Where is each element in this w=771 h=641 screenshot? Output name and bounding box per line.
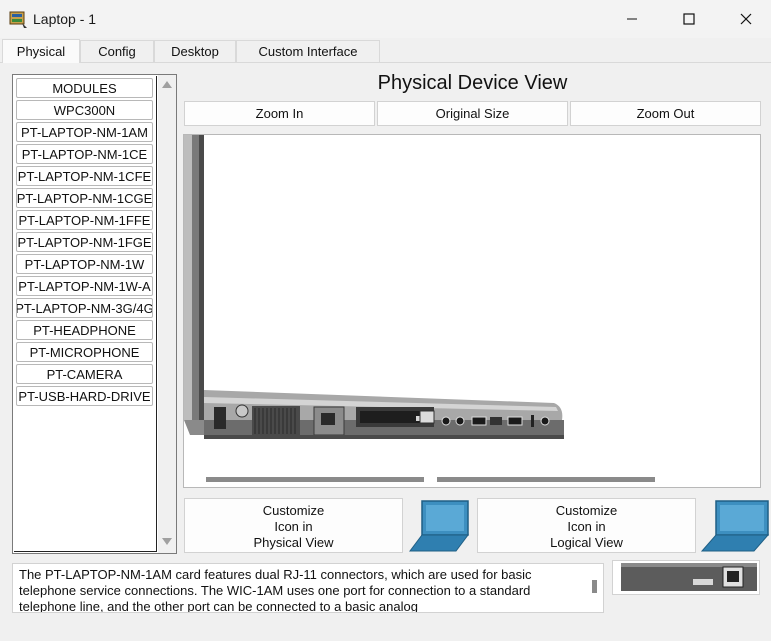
module-list-panel: MODULES WPC300N PT-LAPTOP-NM-1AM PT-LAPT… [12,74,177,554]
module-preview [612,560,760,595]
original-size-button[interactable]: Original Size [377,101,568,126]
device-canvas[interactable] [183,134,761,488]
module-item[interactable]: PT-HEADPHONE [16,320,153,340]
module-item[interactable]: PT-USB-HARD-DRIVE [16,386,153,406]
button-label-line: Icon in [274,519,313,534]
tab-config[interactable]: Config [80,40,154,62]
zoom-out-button[interactable]: Zoom Out [570,101,761,126]
module-item[interactable]: PT-CAMERA [16,364,153,384]
customize-logical-icon-button[interactable]: Customize Icon in Logical View [477,498,696,553]
packet-tracer-icon [9,11,27,28]
button-label-line: Physical View [253,535,334,550]
module-preview-image [621,563,757,591]
tab-desktop[interactable]: Desktop [154,40,236,62]
button-label-line: Icon in [567,519,606,534]
module-list-scrollbar[interactable] [158,75,176,553]
module-item[interactable]: PT-LAPTOP-NM-1W [16,254,153,274]
title-bar: Laptop - 1 [0,0,771,38]
close-button[interactable] [717,0,771,38]
zoom-in-button[interactable]: Zoom In [184,101,375,126]
module-item[interactable]: MODULES [16,78,153,98]
module-item[interactable]: PT-LAPTOP-NM-1FGE [16,232,153,252]
canvas-scrollbar[interactable] [437,477,655,482]
minimize-icon [627,18,637,20]
module-list: MODULES WPC300N PT-LAPTOP-NM-1AM PT-LAPT… [14,76,157,552]
module-item[interactable]: PT-LAPTOP-NM-1CE [16,144,153,164]
laptop-icon [700,500,770,552]
tab-custom-interface[interactable]: Custom Interface [236,40,380,62]
view-title: Physical Device View [377,72,568,94]
button-label-line: Logical View [550,535,623,550]
module-item[interactable]: PT-LAPTOP-NM-1CGE [16,188,153,208]
module-description: The PT-LAPTOP-NM-1AM card features dual … [12,563,604,613]
scroll-thumb[interactable] [592,580,597,593]
tab-bar: Physical Config Desktop Custom Interface [0,39,771,63]
module-item[interactable]: PT-LAPTOP-NM-1W-A [16,276,153,296]
module-item[interactable]: PT-LAPTOP-NM-3G/4G [16,298,153,318]
button-label-line: Customize [262,503,325,518]
physical-tab-content: MODULES WPC300N PT-LAPTOP-NM-1AM PT-LAPT… [0,63,771,641]
customize-physical-icon-button[interactable]: Customize Icon in Physical View [184,498,403,553]
window-title: Laptop - 1 [33,11,97,27]
button-label-line: Customize [555,503,618,518]
tab-physical[interactable]: Physical [2,39,80,63]
laptop-icon [409,500,469,552]
minimize-button[interactable] [603,0,661,38]
module-item[interactable]: PT-MICROPHONE [16,342,153,362]
module-item[interactable]: WPC300N [16,100,153,120]
close-icon [740,13,752,25]
canvas-scrollbar[interactable] [206,477,424,482]
maximize-button[interactable] [660,0,718,38]
scroll-down-icon[interactable] [162,538,172,545]
laptop-side-image [184,135,655,482]
description-scrollbar[interactable] [587,564,603,612]
maximize-icon [683,13,695,25]
module-item[interactable]: PT-LAPTOP-NM-1CFE [16,166,153,186]
module-item[interactable]: PT-LAPTOP-NM-1AM [16,122,153,142]
module-item[interactable]: PT-LAPTOP-NM-1FFE [16,210,153,230]
description-text: The PT-LAPTOP-NM-1AM card features dual … [19,567,532,613]
scroll-up-icon[interactable] [162,81,172,88]
